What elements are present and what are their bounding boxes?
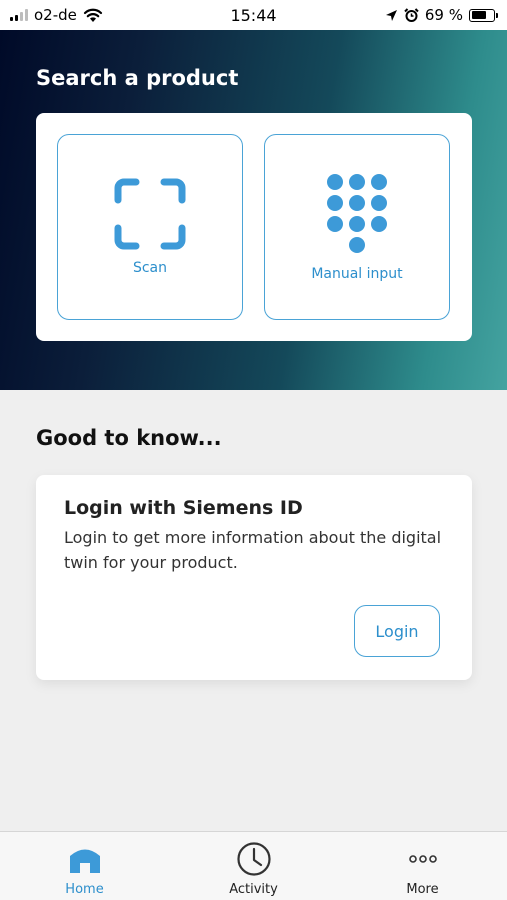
keypad-icon: [327, 174, 387, 253]
clock-icon: [236, 842, 271, 876]
info-card-text: Login to get more information about the …: [64, 528, 442, 572]
status-bar: o2-de 15:44 69 %: [0, 0, 507, 30]
login-info-card: Login with Siemens ID Login to get more …: [36, 475, 472, 680]
scan-label: Scan: [132, 260, 168, 276]
manual-input-button[interactable]: Manual input: [264, 134, 450, 320]
search-title: Search a product: [36, 66, 239, 90]
more-dots-icon: [408, 855, 437, 863]
tab-activity[interactable]: Activity: [169, 832, 338, 900]
search-hero: Search a product Scan Manual input: [0, 30, 507, 390]
login-button[interactable]: Login: [354, 605, 440, 657]
good-to-know-title: Good to know...: [36, 426, 222, 450]
tab-bar: Home Activity More: [0, 831, 507, 900]
status-bar-left: o2-de: [10, 6, 103, 24]
tab-more[interactable]: More: [338, 832, 507, 900]
search-card: Scan Manual input: [36, 113, 472, 341]
cellular-signal-icon: [10, 9, 28, 21]
manual-input-label: Manual input: [311, 266, 403, 282]
tab-home-label: Home: [65, 882, 104, 897]
carrier-name: o2-de: [34, 6, 77, 24]
scan-frame-icon: [114, 178, 186, 250]
home-icon: [69, 849, 100, 873]
status-bar-right: 69 %: [385, 6, 498, 24]
battery-icon: [469, 8, 498, 22]
battery-level: [471, 11, 486, 19]
alarm-clock-icon: [404, 7, 419, 22]
tab-home[interactable]: Home: [0, 832, 169, 900]
tab-activity-label: Activity: [229, 882, 278, 897]
info-card-title: Login with Siemens ID: [64, 497, 303, 519]
tab-more-label: More: [406, 882, 439, 897]
battery-percent: 69 %: [424, 6, 463, 24]
scan-button[interactable]: Scan: [57, 134, 243, 320]
location-arrow-icon: [385, 9, 397, 21]
wifi-icon: [83, 8, 102, 22]
